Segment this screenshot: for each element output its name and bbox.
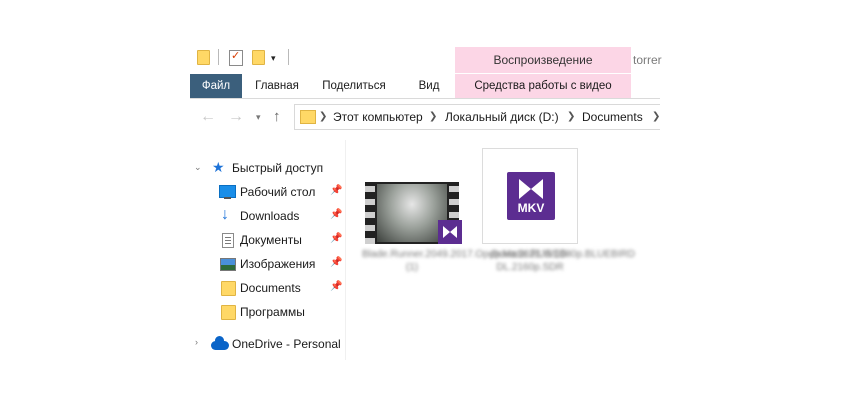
qat-divider xyxy=(288,49,289,65)
tab-view[interactable]: Вид xyxy=(412,74,446,98)
pin-icon: 📌 xyxy=(330,209,343,220)
sidebar-item-label: Изображения xyxy=(240,257,316,271)
properties-icon[interactable] xyxy=(229,49,243,66)
file-name: Дюна.2021.WEB-DL.2160p.SDR xyxy=(490,249,570,273)
pin-icon: 📌 xyxy=(330,281,343,292)
new-folder-icon[interactable] xyxy=(252,50,265,65)
chevron-right-icon[interactable]: ❯ xyxy=(567,105,575,129)
breadcrumb-local-disk[interactable]: Локальный диск (D:) xyxy=(445,105,559,129)
mkv-badge-text: MKV xyxy=(517,201,545,215)
picture-icon xyxy=(220,258,236,271)
forward-button[interactable]: → xyxy=(228,108,244,126)
qat-dropdown-icon[interactable]: ▾ xyxy=(271,53,276,64)
sidebar-item-quick-access[interactable]: ⌄ ★ Быстрый доступ xyxy=(190,156,345,180)
sidebar-item-label: Программы xyxy=(240,305,305,319)
document-icon xyxy=(222,233,234,248)
sidebar-item-label: OneDrive - Personal xyxy=(232,337,341,351)
qat-divider xyxy=(218,49,219,65)
window-title: torrer xyxy=(633,53,662,67)
breadcrumb-this-pc[interactable]: Этот компьютер xyxy=(333,105,423,129)
chevron-right-icon[interactable]: ❯ xyxy=(652,105,660,129)
cloud-icon xyxy=(211,336,229,350)
back-button[interactable]: ← xyxy=(200,108,216,126)
folder-icon xyxy=(221,281,236,296)
video-tools-context-header: Воспроизведение xyxy=(455,47,631,73)
address-bar[interactable]: ❯ Этот компьютер ❯ Локальный диск (D:) ❯… xyxy=(294,104,660,130)
desktop-icon xyxy=(219,185,236,199)
sidebar-item-downloads[interactable]: ↓ Downloads 📌 xyxy=(190,204,345,228)
sidebar-item-pictures[interactable]: Изображения 📌 xyxy=(190,252,345,276)
sidebar-item-documents[interactable]: Documents 📌 xyxy=(190,276,345,300)
chevron-right-icon[interactable]: ❯ xyxy=(319,105,327,129)
tab-video-tools[interactable]: Средства работы с видео xyxy=(455,74,631,98)
recent-locations-icon[interactable]: ▾ xyxy=(256,112,261,123)
expand-chevron-icon[interactable]: ⌄ xyxy=(194,162,202,173)
expand-chevron-icon[interactable]: › xyxy=(195,337,198,347)
tab-share[interactable]: Поделиться xyxy=(312,74,396,98)
chevron-right-icon[interactable]: ❯ xyxy=(429,105,437,129)
sidebar-item-documents-ru[interactable]: Документы 📌 xyxy=(190,228,345,252)
tab-home[interactable]: Главная xyxy=(242,74,312,98)
tab-file[interactable]: Файл xyxy=(190,74,242,98)
file-item-blade-runner[interactable]: Blade.Runner.2049.2017.Open.Matte.RUS.10… xyxy=(360,150,635,310)
folder-icon xyxy=(300,110,316,124)
ribbon-tabs: Файл Главная Поделиться Вид Средства раб… xyxy=(190,74,660,99)
sidebar-item-programs[interactable]: Программы xyxy=(190,300,345,324)
sidebar-item-label: Рабочий стол xyxy=(240,185,316,199)
download-arrow-icon: ↓ xyxy=(221,206,229,223)
sidebar-item-label: Downloads xyxy=(240,209,300,223)
pin-icon: 📌 xyxy=(330,257,343,268)
folder-icon xyxy=(221,305,236,320)
mkv-file-icon: MKV xyxy=(507,172,555,220)
media-player-badge-icon xyxy=(438,220,462,244)
star-icon: ★ xyxy=(212,159,225,175)
pin-icon: 📌 xyxy=(330,233,343,244)
pin-icon: 📌 xyxy=(330,185,343,196)
pane-divider xyxy=(345,140,346,360)
sidebar-item-desktop[interactable]: Рабочий стол 📌 xyxy=(190,180,345,204)
sidebar-item-label: Документы xyxy=(240,233,302,247)
breadcrumb-documents[interactable]: Documents xyxy=(582,105,643,129)
sidebar-item-onedrive[interactable]: › OneDrive - Personal xyxy=(190,332,345,356)
sidebar-item-label: Documents xyxy=(240,281,301,295)
sidebar-item-label: Быстрый доступ xyxy=(232,161,324,175)
file-name: Blade.Runner.2049.2017.Open.Matte.RUS.10… xyxy=(362,249,635,273)
qat-folder-icon[interactable] xyxy=(197,50,210,65)
up-button[interactable]: ↑ xyxy=(273,108,281,125)
